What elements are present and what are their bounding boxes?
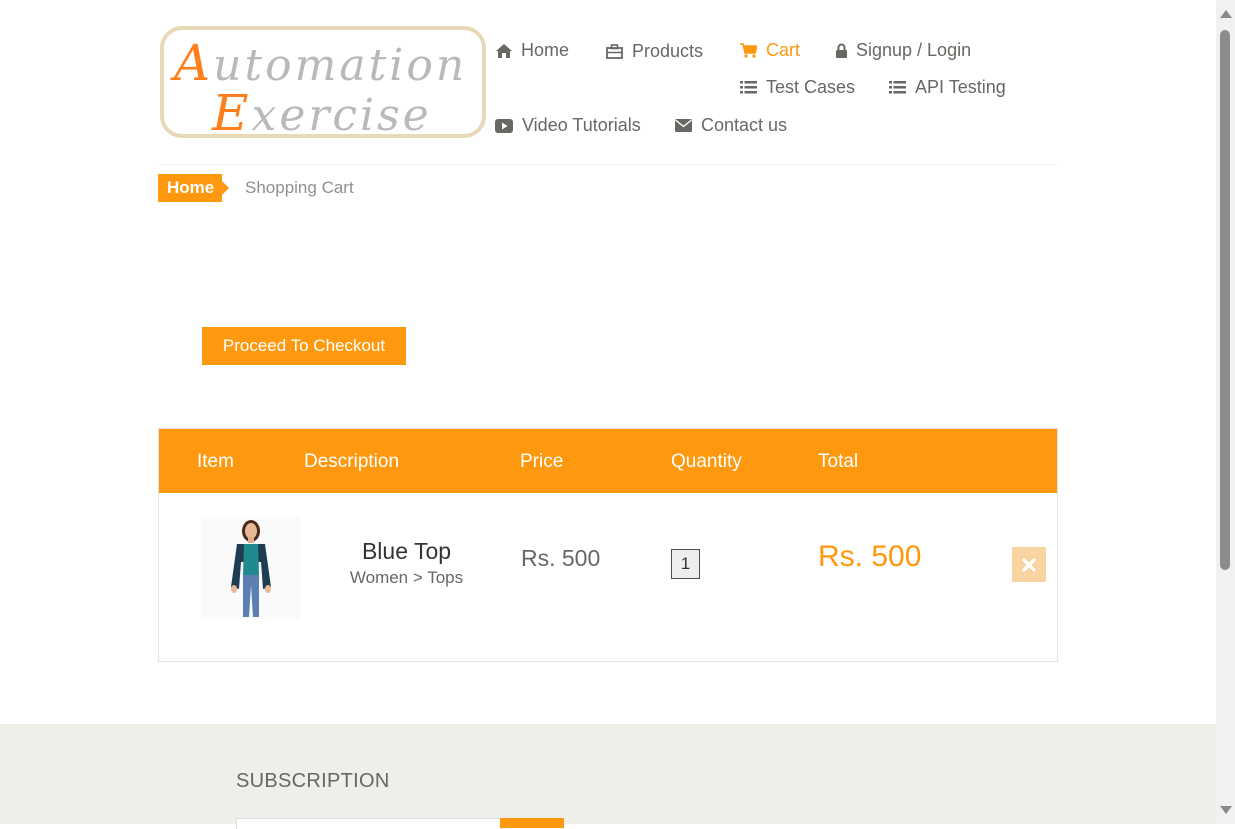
nav-home[interactable]: Home: [496, 40, 569, 61]
header-item: Item: [197, 451, 234, 472]
breadcrumb-current: Shopping Cart: [245, 178, 354, 197]
envelope-icon: [675, 119, 692, 132]
nav-products-label: Products: [632, 41, 704, 61]
scrollbar[interactable]: [1216, 0, 1235, 824]
header-divider: [158, 164, 1058, 165]
logo-line-2: Exercise: [212, 88, 432, 138]
list-icon: [889, 81, 906, 94]
nav-home-label: Home: [521, 40, 570, 60]
nav-test-cases-label: Test Cases: [766, 77, 856, 97]
logo-rest-2: xercise: [251, 90, 432, 138]
header-price: Price: [520, 451, 564, 472]
close-icon: [1022, 557, 1036, 572]
scroll-up-arrow-icon[interactable]: [1220, 10, 1232, 18]
logo-cap-e: E: [212, 84, 252, 138]
product-image[interactable]: [201, 517, 301, 619]
nav-cart[interactable]: Cart: [740, 40, 800, 61]
nav-cart-label: Cart: [766, 40, 801, 60]
site-logo[interactable]: Automation Exercise: [160, 26, 486, 138]
logo-line-1: Automation: [174, 38, 467, 88]
youtube-play-icon: [495, 118, 513, 133]
proceed-to-checkout-button[interactable]: Proceed To Checkout: [202, 327, 406, 365]
nav-signup-login[interactable]: Signup / Login: [836, 40, 971, 61]
nav-contact-us-label: Contact us: [701, 115, 788, 135]
delete-item-button[interactable]: [1012, 547, 1046, 582]
cart-table: Item Description Price Quantity Total Bl…: [158, 428, 1058, 662]
woman-blue-top-photo: [201, 517, 301, 619]
briefcase-icon: [606, 44, 623, 59]
nav-test-cases[interactable]: Test Cases: [740, 77, 855, 98]
scrollbar-thumb[interactable]: [1220, 30, 1230, 570]
subscribe-button[interactable]: [500, 818, 564, 828]
cart-table-header: Item Description Price Quantity Total: [159, 429, 1057, 493]
product-category: Women > Tops: [349, 568, 464, 587]
home-icon: [496, 43, 512, 58]
list-icon: [740, 81, 757, 94]
logo-cap-a: A: [174, 34, 214, 92]
nav-products[interactable]: Products: [606, 41, 703, 62]
scroll-down-arrow-icon[interactable]: [1220, 806, 1232, 814]
header-description: Description: [304, 451, 400, 472]
product-total: Rs. 500: [818, 540, 922, 573]
quantity-display[interactable]: 1: [671, 549, 700, 579]
footer: [0, 724, 1216, 824]
product-name-link[interactable]: Blue Top: [304, 538, 509, 565]
nav-signup-login-label: Signup / Login: [856, 40, 972, 60]
header-quantity: Quantity: [671, 451, 742, 472]
nav-api-testing[interactable]: API Testing: [889, 77, 1006, 98]
shopping-cart-icon: [740, 43, 757, 58]
nav-video-tutorials-label: Video Tutorials: [522, 115, 641, 135]
nav-video-tutorials[interactable]: Video Tutorials: [495, 115, 641, 136]
nav-contact-us[interactable]: Contact us: [675, 115, 787, 136]
product-price: Rs. 500: [521, 545, 601, 571]
lock-icon: [836, 43, 847, 58]
breadcrumb-home[interactable]: Home: [158, 174, 229, 202]
subscription-title: SUBSCRIPTION: [236, 770, 390, 792]
nav-api-testing-label: API Testing: [915, 77, 1006, 97]
header-total: Total: [818, 451, 859, 472]
